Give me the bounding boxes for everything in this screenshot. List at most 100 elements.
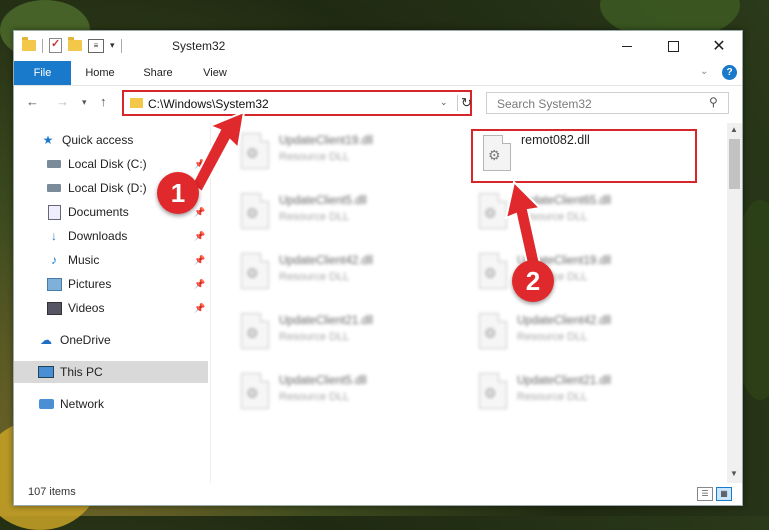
file-type: Resource DLL [279,211,350,223]
sidebar-item-label: Network [60,397,105,411]
title-bar: ≡ ▾ System32 ✕ [14,31,742,61]
properties-icon[interactable]: ≡ [88,38,104,53]
properties-check-icon[interactable] [49,37,62,53]
file-name: UpdateClient19.dll [279,135,373,147]
sidebar-item-label: Local Disk (D:) [68,181,147,195]
dll-file-icon: ⚙ [237,313,271,353]
sidebar-item-pictures[interactable]: Pictures 📌 [14,273,208,295]
file-name: UpdateClient21.dll [517,375,611,387]
close-button[interactable]: ✕ [696,31,742,61]
ribbon-tabs: File Home Share View ⌄ ? [14,61,742,86]
dll-file-icon: ⚙ [237,373,271,413]
pictures-icon [46,277,62,291]
search-box[interactable]: ⚲ [486,92,729,114]
folder-icon [22,37,36,51]
sidebar-item-label: Quick access [62,133,134,147]
scroll-up-icon[interactable]: ▲ [730,125,738,134]
address-dropdown-chevron-icon[interactable]: ⌄ [440,97,448,108]
step-1-badge: 1 [157,172,199,214]
scroll-down-icon[interactable]: ▼ [730,469,738,478]
sidebar-item-network[interactable]: Network [14,393,208,415]
file-item[interactable]: ⚙ UpdateClient5.dll Resource DLL [231,189,459,239]
pin-icon[interactable]: 📌 [194,303,205,314]
sidebar-item-downloads[interactable]: ↓ Downloads 📌 [14,225,208,247]
search-icon[interactable]: ⚲ [709,95,718,109]
up-arrow-icon[interactable]: ↑ [100,94,107,109]
scrollbar-thumb[interactable] [729,139,740,189]
sidebar-item-this-pc[interactable]: This PC [14,361,208,383]
sidebar-item-label: Videos [68,301,105,315]
toolbar-divider [120,38,122,53]
sidebar-item-videos[interactable]: Videos 📌 [14,297,208,319]
maximize-icon [667,40,679,52]
window-title: System32 [172,39,226,53]
disk-icon [46,181,62,195]
file-item[interactable]: ⚙ UpdateClient42.dll Resource DLL [469,309,697,359]
pin-icon[interactable]: 📌 [194,231,205,242]
search-input[interactable] [495,96,709,112]
videos-icon [46,301,62,315]
tab-view[interactable]: View [197,61,233,85]
file-type: Resource DLL [279,151,350,163]
sidebar-item-label: Downloads [68,229,128,243]
refresh-icon[interactable]: ↻ [457,95,475,111]
back-arrow-icon[interactable]: ← [26,94,39,109]
item-count: 107 items [28,486,76,498]
file-name: UpdateClient21.dll [279,315,373,327]
music-icon: ♪ [51,253,57,267]
file-type: Resource DLL [279,331,350,343]
file-item[interactable]: ⚙ UpdateClient42.dll Resource DLL [231,249,459,299]
file-name: UpdateClient42.dll [517,315,611,327]
file-name: UpdateClient42.dll [279,255,373,267]
maximize-button[interactable] [650,31,696,61]
tab-file[interactable]: File [14,61,71,85]
minimize-button[interactable] [604,31,650,61]
star-icon: ★ [42,133,54,147]
large-icons-view-icon[interactable]: ▦ [716,487,732,501]
toolbar-divider [42,38,43,53]
file-item[interactable]: ⚙ UpdateClient21.dll Resource DLL [469,369,697,419]
dll-file-icon: ⚙ [475,373,509,413]
sidebar-item-music[interactable]: ♪ Music 📌 [14,249,208,271]
file-name: UpdateClient5.dll [279,375,367,387]
file-item[interactable]: ⚙ UpdateClient5.dll Resource DLL [231,369,459,419]
status-bar: 107 items ☰ ▦ [14,483,742,505]
file-type: Resource DLL [517,391,588,403]
file-list: ⚙ UpdateClient19.dll Resource DLL ⚙ Upda… [211,123,727,483]
pin-icon[interactable]: 📌 [194,279,205,290]
downloads-icon: ↓ [51,229,57,243]
vertical-scrollbar[interactable]: ▲ ▼ [727,123,742,483]
network-icon [38,397,54,411]
details-view-icon[interactable]: ☰ [697,487,713,501]
sidebar-item-label: This PC [60,365,103,379]
sidebar-item-label: Documents [68,205,129,219]
forward-arrow-icon[interactable]: → [56,94,69,109]
step-2-badge: 2 [512,260,554,302]
tab-share[interactable]: Share [138,61,178,85]
file-name: UpdateClient5.dll [279,195,367,207]
sidebar-item-label: Pictures [68,277,112,291]
file-type: Resource DLL [279,271,350,283]
documents-icon [46,204,62,220]
folder-icon [130,98,143,108]
sidebar-item-onedrive[interactable]: ☁ OneDrive [14,329,208,351]
dll-file-icon: ⚙ [237,253,271,293]
file-type: Resource DLL [517,331,588,343]
explorer-window: ≡ ▾ System32 ✕ File Home Share View ⌄ ? … [13,30,743,506]
pin-icon[interactable]: 📌 [194,255,205,266]
sidebar-item-label: OneDrive [60,333,111,347]
computer-icon [38,365,54,379]
pin-icon[interactable]: 📌 [194,207,205,218]
quick-access-toolbar: ≡ ▾ [22,37,122,53]
cloud-icon: ☁ [40,333,52,347]
file-item[interactable]: ⚙ UpdateClient21.dll Resource DLL [231,309,459,359]
customize-toolbar-chevron-icon[interactable]: ▾ [110,40,115,51]
recent-locations-chevron-icon[interactable]: ▾ [82,97,87,108]
sidebar-item-label: Music [68,253,100,267]
expand-ribbon-chevron-icon[interactable]: ⌄ [700,66,708,77]
help-icon[interactable]: ? [722,65,737,80]
file-item[interactable]: ⚙ UpdateClient19.dll Resource DLL [231,129,459,179]
file-type: Resource DLL [279,391,350,403]
tab-home[interactable]: Home [78,61,122,85]
new-folder-icon[interactable] [68,37,82,51]
